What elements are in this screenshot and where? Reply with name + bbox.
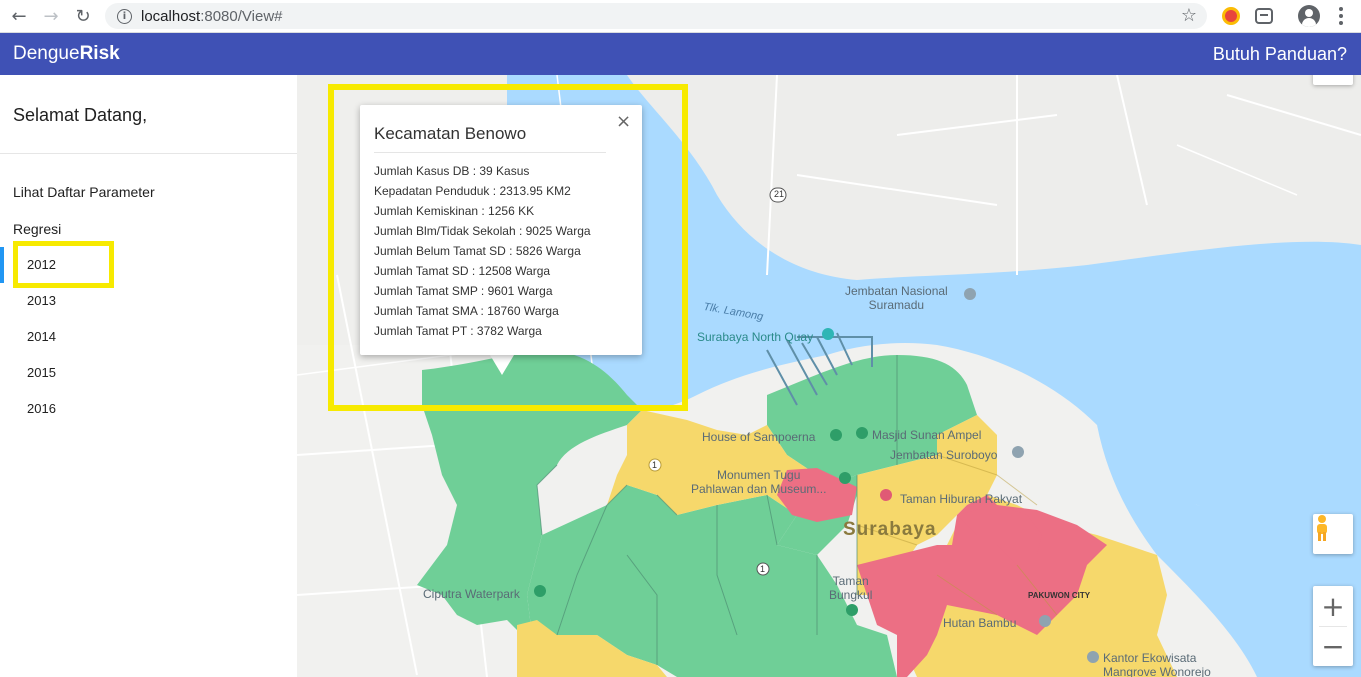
back-icon[interactable]: ← bbox=[6, 4, 32, 28]
map-label-hiburan[interactable]: Taman Hiburan Rakyat bbox=[900, 492, 1022, 506]
map-label-kantor[interactable]: Kantor Ekowisata Mangrove Wonorejo bbox=[1103, 651, 1211, 677]
reload-icon[interactable]: ↻ bbox=[70, 4, 96, 28]
year-item-2016[interactable]: 2016 bbox=[27, 401, 56, 416]
route-1-label: 1 bbox=[652, 460, 658, 470]
map-label-sunan[interactable]: Masjid Sunan Ampel bbox=[872, 428, 981, 442]
forward-icon[interactable]: → bbox=[38, 4, 64, 28]
regresi-section-label: Regresi bbox=[13, 221, 62, 237]
map-label-bungkul[interactable]: Taman Bungkul bbox=[829, 574, 872, 602]
zoom-control: + − bbox=[1313, 586, 1353, 666]
map-label-surabaya: Surabaya bbox=[843, 519, 937, 540]
route-1-label-2: 1 bbox=[760, 564, 766, 574]
bookmark-star-icon[interactable]: ☆ bbox=[1181, 5, 1197, 26]
chat-extension-icon[interactable] bbox=[1253, 5, 1275, 27]
sidebar-divider bbox=[0, 153, 297, 154]
site-info-icon[interactable]: i bbox=[117, 8, 132, 24]
year-item-2015[interactable]: 2015 bbox=[27, 365, 56, 380]
fullscreen-control[interactable] bbox=[1313, 75, 1353, 85]
address-bar[interactable]: i localhost:8080/View# ☆ bbox=[105, 3, 1207, 29]
route-21-label: 21 bbox=[774, 189, 785, 199]
help-link[interactable]: Butuh Panduan? bbox=[1213, 44, 1347, 65]
infowindow-highlight bbox=[328, 84, 688, 411]
pegman-icon[interactable] bbox=[1313, 514, 1353, 554]
selected-year-highlight bbox=[13, 241, 114, 288]
active-indicator bbox=[0, 247, 4, 283]
map-label-bambu[interactable]: Hutan Bambu bbox=[943, 616, 1016, 630]
map-label-jembatan[interactable]: Jembatan Nasional Suramadu bbox=[845, 284, 948, 312]
browser-menu-icon[interactable] bbox=[1334, 7, 1348, 25]
map-label-sampoerna[interactable]: House of Sampoerna bbox=[702, 430, 815, 444]
profile-avatar-icon[interactable] bbox=[1298, 5, 1320, 27]
extension-icon[interactable] bbox=[1220, 5, 1242, 27]
year-item-2013[interactable]: 2013 bbox=[27, 293, 56, 308]
map-label-tugu[interactable]: Monumen Tugu Pahlawan dan Museum... bbox=[691, 468, 826, 496]
year-item-2014[interactable]: 2014 bbox=[27, 329, 56, 344]
map-label-ciputra[interactable]: Ciputra Waterpark bbox=[423, 587, 520, 601]
app-header: DengueRisk Butuh Panduan? bbox=[0, 33, 1361, 75]
parameter-list-link[interactable]: Lihat Daftar Parameter bbox=[13, 184, 155, 200]
sidebar: Selamat Datang, Lihat Daftar Parameter R… bbox=[0, 75, 297, 677]
zoom-in-icon[interactable]: + bbox=[1313, 586, 1353, 626]
url-text: localhost:8080/View# bbox=[141, 7, 283, 25]
map-label-suroboyo[interactable]: Jembatan Suroboyo bbox=[890, 448, 997, 462]
map-label-north-quay[interactable]: Surabaya North Quay bbox=[697, 330, 813, 344]
zoom-out-icon[interactable]: − bbox=[1313, 626, 1353, 666]
browser-toolbar: ← → ↻ i localhost:8080/View# ☆ bbox=[0, 0, 1361, 33]
map-label-pakuwon: PAKUWON CITY bbox=[1028, 591, 1091, 600]
welcome-heading: Selamat Datang, bbox=[13, 105, 148, 125]
brand-logo[interactable]: DengueRisk bbox=[13, 43, 120, 65]
